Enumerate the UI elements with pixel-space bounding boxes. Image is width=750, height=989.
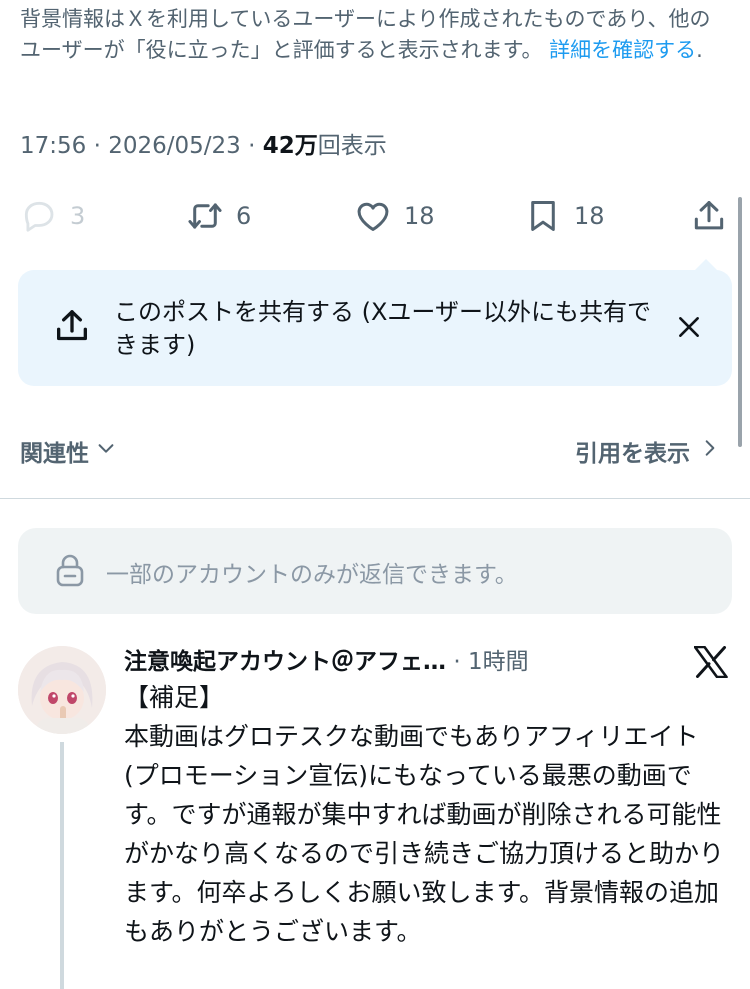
section-divider <box>0 498 750 499</box>
share-popup[interactable]: このポストを共有する (Xユーザー以外にも共有できます) <box>18 259 732 386</box>
popup-caret <box>694 259 718 271</box>
community-note-learn-more-link[interactable]: 詳細を確認する <box>549 38 696 62</box>
close-icon[interactable] <box>676 314 702 340</box>
community-note-suffix: . <box>696 38 703 62</box>
views-label: 回表示 <box>317 133 387 159</box>
view-quotes-link[interactable]: 引用を表示 <box>575 434 720 468</box>
reply-text: 【補足】 本動画はグロテスクな動画でもありアフィリエイト(プロモーション宣伝)に… <box>124 678 728 951</box>
reply-restriction-notice: 一部のアカウントのみが返信できます。 <box>18 528 732 614</box>
share-button[interactable] <box>690 188 728 244</box>
reply-time[interactable]: 1時間 <box>468 649 529 675</box>
like-count: 18 <box>404 202 435 230</box>
scrollbar[interactable] <box>738 197 742 447</box>
lock-icon <box>54 552 86 588</box>
avatar[interactable] <box>18 646 106 734</box>
reply-count: 3 <box>70 202 86 230</box>
like-icon <box>354 197 392 235</box>
meta-separator: · <box>93 133 101 159</box>
chevron-down-icon <box>89 437 117 465</box>
share-icon <box>52 306 92 346</box>
meta-separator: · <box>453 649 461 675</box>
post-date[interactable]: 2026/05/23 <box>108 133 241 159</box>
post-meta: 17:56 · 2026/05/23 · 42万回表示 <box>20 126 387 160</box>
bookmark-icon <box>524 197 562 235</box>
sort-label: 関連性 <box>20 441 89 467</box>
reply-author-name[interactable]: 注意喚起アカウント＠アフェ… <box>124 649 446 675</box>
reply-body: 本動画はグロテスクな動画でもありアフィリエイト(プロモーション宣伝)にもなってい… <box>124 722 725 946</box>
sort-replies-button[interactable]: 関連性 <box>20 434 117 468</box>
reply-icon <box>20 197 58 235</box>
view-quotes-label: 引用を表示 <box>575 441 690 467</box>
share-icon <box>690 197 728 235</box>
like-button[interactable]: 18 <box>354 188 435 244</box>
community-note-footer: 背景情報はＸを利用しているユーザーにより作成されたものであり、他のユーザーが「役… <box>20 4 720 66</box>
repost-button[interactable]: 6 <box>186 188 251 244</box>
views-count: 42万 <box>262 133 318 159</box>
reply-tag: 【補足】 <box>124 683 225 712</box>
bookmark-count: 18 <box>574 202 605 230</box>
x-logo-icon <box>693 645 728 679</box>
thread-line <box>60 742 64 989</box>
action-bar: 3 6 18 18 <box>0 188 750 244</box>
reply-header: 注意喚起アカウント＠アフェ… · 1時間 <box>124 642 529 676</box>
share-popup-text: このポストを共有する (Xユーザー以外にも共有できます) <box>114 298 651 359</box>
reply-restriction-text: 一部のアカウントのみが返信できます。 <box>106 562 518 588</box>
repost-icon <box>186 197 224 235</box>
bookmark-button[interactable]: 18 <box>524 188 605 244</box>
meta-separator: · <box>248 133 256 159</box>
repost-count: 6 <box>236 202 252 230</box>
reply-button[interactable]: 3 <box>20 188 85 244</box>
post-time[interactable]: 17:56 <box>20 133 86 159</box>
chevron-right-icon <box>690 437 720 465</box>
